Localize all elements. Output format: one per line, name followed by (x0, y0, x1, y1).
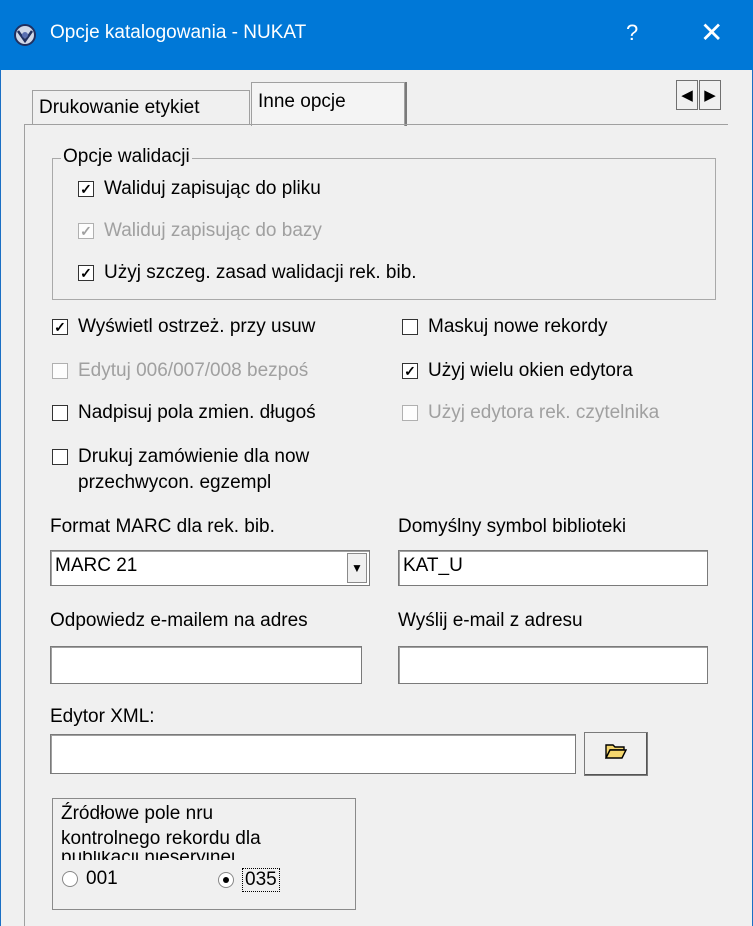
edit-006-007-008-checkbox: Edytuj 006/007/008 bezpoś (52, 360, 374, 382)
checkbox-label: Drukuj zamówienie dla now (78, 446, 310, 467)
validate-to-file-checkbox[interactable]: ✓ Waliduj zapisując do pliku (78, 178, 321, 200)
overwrite-variable-fields-checkbox[interactable]: Nadpisuj pola zmien. długoś (52, 402, 374, 424)
validation-group-title: Opcje walidacji (61, 146, 192, 168)
checkbox-label: Waliduj zapisując do pliku (104, 178, 321, 199)
folder-open-icon (604, 742, 628, 766)
help-button[interactable]: ? (626, 20, 638, 46)
reply-email-input[interactable] (50, 646, 362, 684)
arrow-right-icon: ▶ (704, 87, 716, 104)
window-title: Opcje katalogowania - NUKAT (50, 22, 307, 43)
checkbox-label: Waliduj zapisując do bazy (104, 220, 322, 241)
checkbox-label: Użyj szczeg. zasad walidacji rek. bib. (104, 262, 417, 283)
control-field-001-radio[interactable]: 001 (62, 868, 118, 890)
arrow-left-icon: ◀ (681, 87, 693, 104)
tab-scroll-right-button[interactable]: ▶ (699, 80, 721, 110)
xml-editor-label: Edytor XML: (50, 706, 155, 727)
validate-to-database-checkbox: ✓ Waliduj zapisując do bazy (78, 220, 322, 242)
control-field-035-radio[interactable]: 035 (218, 868, 280, 892)
tab-drukowanie-etykiet[interactable]: Drukowanie etykiet (32, 90, 250, 124)
marc-format-select[interactable]: MARC 21 ▼ (50, 550, 370, 586)
radio-label: 001 (86, 868, 118, 889)
library-symbol-input[interactable]: KAT_U (398, 550, 708, 586)
checkbox-box: ✓ (78, 265, 94, 281)
checkbox-box: ✓ (402, 363, 418, 379)
checkbox-label: Edytuj 006/007/008 bezpoś (78, 360, 309, 381)
patron-record-editor-checkbox: Użyj edytora rek. czytelnika (402, 402, 718, 424)
app-icon (12, 22, 38, 48)
library-symbol-label: Domyślny symbol biblioteki (398, 516, 627, 537)
mask-new-records-checkbox[interactable]: Maskuj nowe rekordy (402, 316, 718, 338)
checkbox-label: Użyj wielu okien edytora (428, 360, 633, 381)
tab-scroll-left-button[interactable]: ◀ (676, 80, 698, 110)
checkbox-label: Nadpisuj pola zmien. długoś (78, 402, 316, 423)
tab-inne-opcje[interactable]: Inne opcje (251, 82, 405, 126)
title-bar: Opcje katalogowania - NUKAT ? ✕ (0, 0, 753, 70)
send-email-label: Wyślij e-mail z adresu (398, 610, 583, 631)
checkbox-box: ✓ (78, 223, 94, 239)
checkbox-label: Maskuj nowe rekordy (428, 316, 608, 337)
print-order-checkbox[interactable]: Drukuj zamówienie dla now (52, 446, 374, 468)
xml-editor-input[interactable] (50, 734, 576, 774)
detailed-validation-rules-checkbox[interactable]: ✓ Użyj szczeg. zasad walidacji rek. bib. (78, 262, 417, 284)
marc-format-label: Format MARC dla rek. bib. (50, 516, 275, 537)
checkbox-label: Użyj edytora rek. czytelnika (428, 402, 660, 423)
checkbox-box (52, 405, 68, 421)
checkbox-box (402, 405, 418, 421)
radio-circle (218, 872, 234, 888)
send-email-input[interactable] (398, 646, 708, 684)
multiple-editor-windows-checkbox[interactable]: ✓ Użyj wielu okien edytora (402, 360, 718, 382)
checkbox-box (52, 363, 68, 379)
browse-xml-editor-button[interactable] (584, 732, 648, 776)
chevron-down-icon[interactable]: ▼ (347, 553, 367, 583)
checkbox-box (402, 319, 418, 335)
tab-scroll-buttons: ◀ ▶ (676, 80, 722, 110)
checkbox-label: Wyświetl ostrzeż. przy usuw (78, 316, 316, 337)
checkbox-box: ✓ (52, 319, 68, 335)
control-field-title: Źródłowe pole nru kontrolnego rekordu dl… (61, 803, 261, 860)
marc-format-value: MARC 21 (55, 555, 138, 576)
show-delete-warning-checkbox[interactable]: ✓ Wyświetl ostrzeż. przy usuw (52, 316, 374, 338)
library-symbol-value: KAT_U (403, 555, 463, 576)
close-button[interactable]: ✕ (700, 16, 723, 49)
reply-email-label: Odpowiedz e-mailem na adres (50, 610, 308, 631)
control-field-group: Źródłowe pole nru kontrolnego rekordu dl… (52, 798, 356, 910)
radio-circle (62, 871, 78, 887)
checkbox-box: ✓ (78, 181, 94, 197)
checkbox-box (52, 449, 68, 465)
radio-label: 035 (242, 868, 280, 892)
print-order-checkbox-label-line2: przechwycon. egzempl (78, 472, 272, 493)
